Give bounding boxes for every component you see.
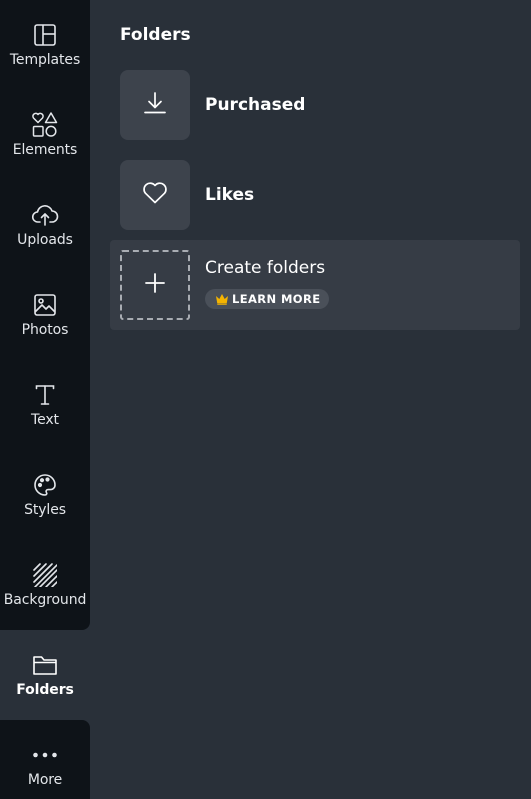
folders-panel: Folders Purchased Likes Create folders L…	[90, 0, 531, 799]
sidebar-item-label: Styles	[24, 502, 66, 518]
sidebar-item-label: More	[27, 772, 63, 788]
folder-likes[interactable]: Likes	[110, 150, 520, 240]
folder-name: Purchased	[205, 95, 306, 115]
sidebar-item-more[interactable]: More	[0, 720, 90, 799]
sidebar-item-label: Uploads	[17, 232, 73, 248]
folder-name: Likes	[205, 185, 255, 205]
app-window: Templates Elements Uploads Photos Text S…	[0, 0, 531, 799]
sidebar-item-styles[interactable]: Styles	[0, 450, 90, 540]
folder-thumbnail	[120, 70, 190, 140]
page-title: Folders	[120, 25, 191, 45]
crown-icon	[215, 293, 229, 305]
templates-icon	[30, 20, 60, 50]
sidebar-item-elements[interactable]: Elements	[0, 90, 90, 180]
sidebar-item-label: Background	[3, 592, 87, 608]
folder-thumbnail	[120, 160, 190, 230]
create-folders-label: Create folders	[205, 258, 326, 278]
sidebar-item-templates[interactable]: Templates	[0, 0, 90, 90]
download-icon	[143, 91, 167, 119]
create-folder-button[interactable]	[120, 250, 190, 320]
sidebar-item-label: Templates	[9, 52, 81, 68]
sidebar-item-label: Photos	[21, 322, 69, 338]
elements-icon	[30, 110, 60, 140]
sidebar-item-folders[interactable]: Folders	[0, 630, 90, 720]
more-dots-icon	[30, 740, 60, 770]
sidebar-item-label: Elements	[12, 142, 78, 158]
side-navigation: Templates Elements Uploads Photos Text S…	[0, 0, 90, 799]
image-icon	[30, 290, 60, 320]
text-icon	[30, 380, 60, 410]
folder-icon	[30, 650, 60, 680]
heart-icon	[142, 181, 168, 209]
sidebar-item-text[interactable]: Text	[0, 360, 90, 450]
sidebar-item-label: Folders	[16, 682, 74, 698]
plus-icon	[144, 272, 166, 298]
learn-more-label: LEARN MORE	[232, 292, 321, 306]
sidebar-item-uploads[interactable]: Uploads	[0, 180, 90, 270]
sidebar-item-label: Text	[31, 412, 59, 428]
sidebar-item-photos[interactable]: Photos	[0, 270, 90, 360]
folder-purchased[interactable]: Purchased	[110, 60, 520, 150]
create-folders-row[interactable]: Create folders LEARN MORE	[110, 240, 520, 330]
sidebar-item-background[interactable]: Background	[0, 540, 90, 630]
learn-more-badge[interactable]: LEARN MORE	[205, 289, 329, 309]
palette-icon	[30, 470, 60, 500]
upload-cloud-icon	[30, 200, 60, 230]
stripes-icon	[30, 560, 60, 590]
